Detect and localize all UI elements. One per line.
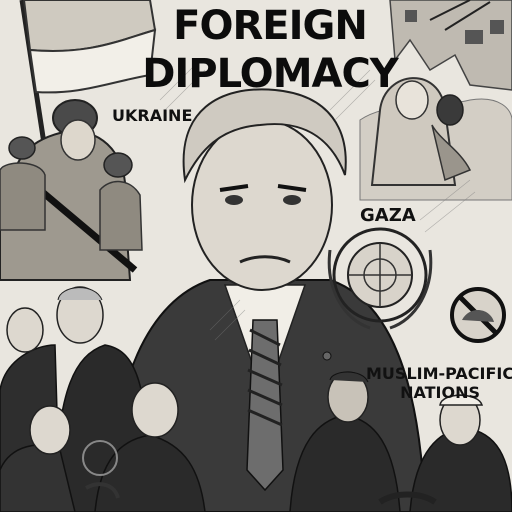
prohibition-sign-icon [450, 287, 506, 343]
title-line-1: FOREIGN [173, 3, 368, 49]
label-muslim-pacific: MUSLIM-PACIFIC NATIONS [366, 364, 512, 402]
label-gaza: GAZA [360, 205, 416, 226]
label-muslim-pacific-line-2: NATIONS [400, 383, 481, 402]
label-muslim-pacific-line-1: MUSLIM-PACIFIC [366, 364, 512, 383]
illustration-poster: FOREIGN DIPLOMACY UKRAINE GAZA MUSLIM-PA… [0, 0, 512, 512]
label-ukraine: UKRAINE [112, 106, 193, 125]
poster-title: FOREIGN DIPLOMACY [140, 2, 400, 98]
title-line-2: DIPLOMACY [142, 51, 399, 97]
